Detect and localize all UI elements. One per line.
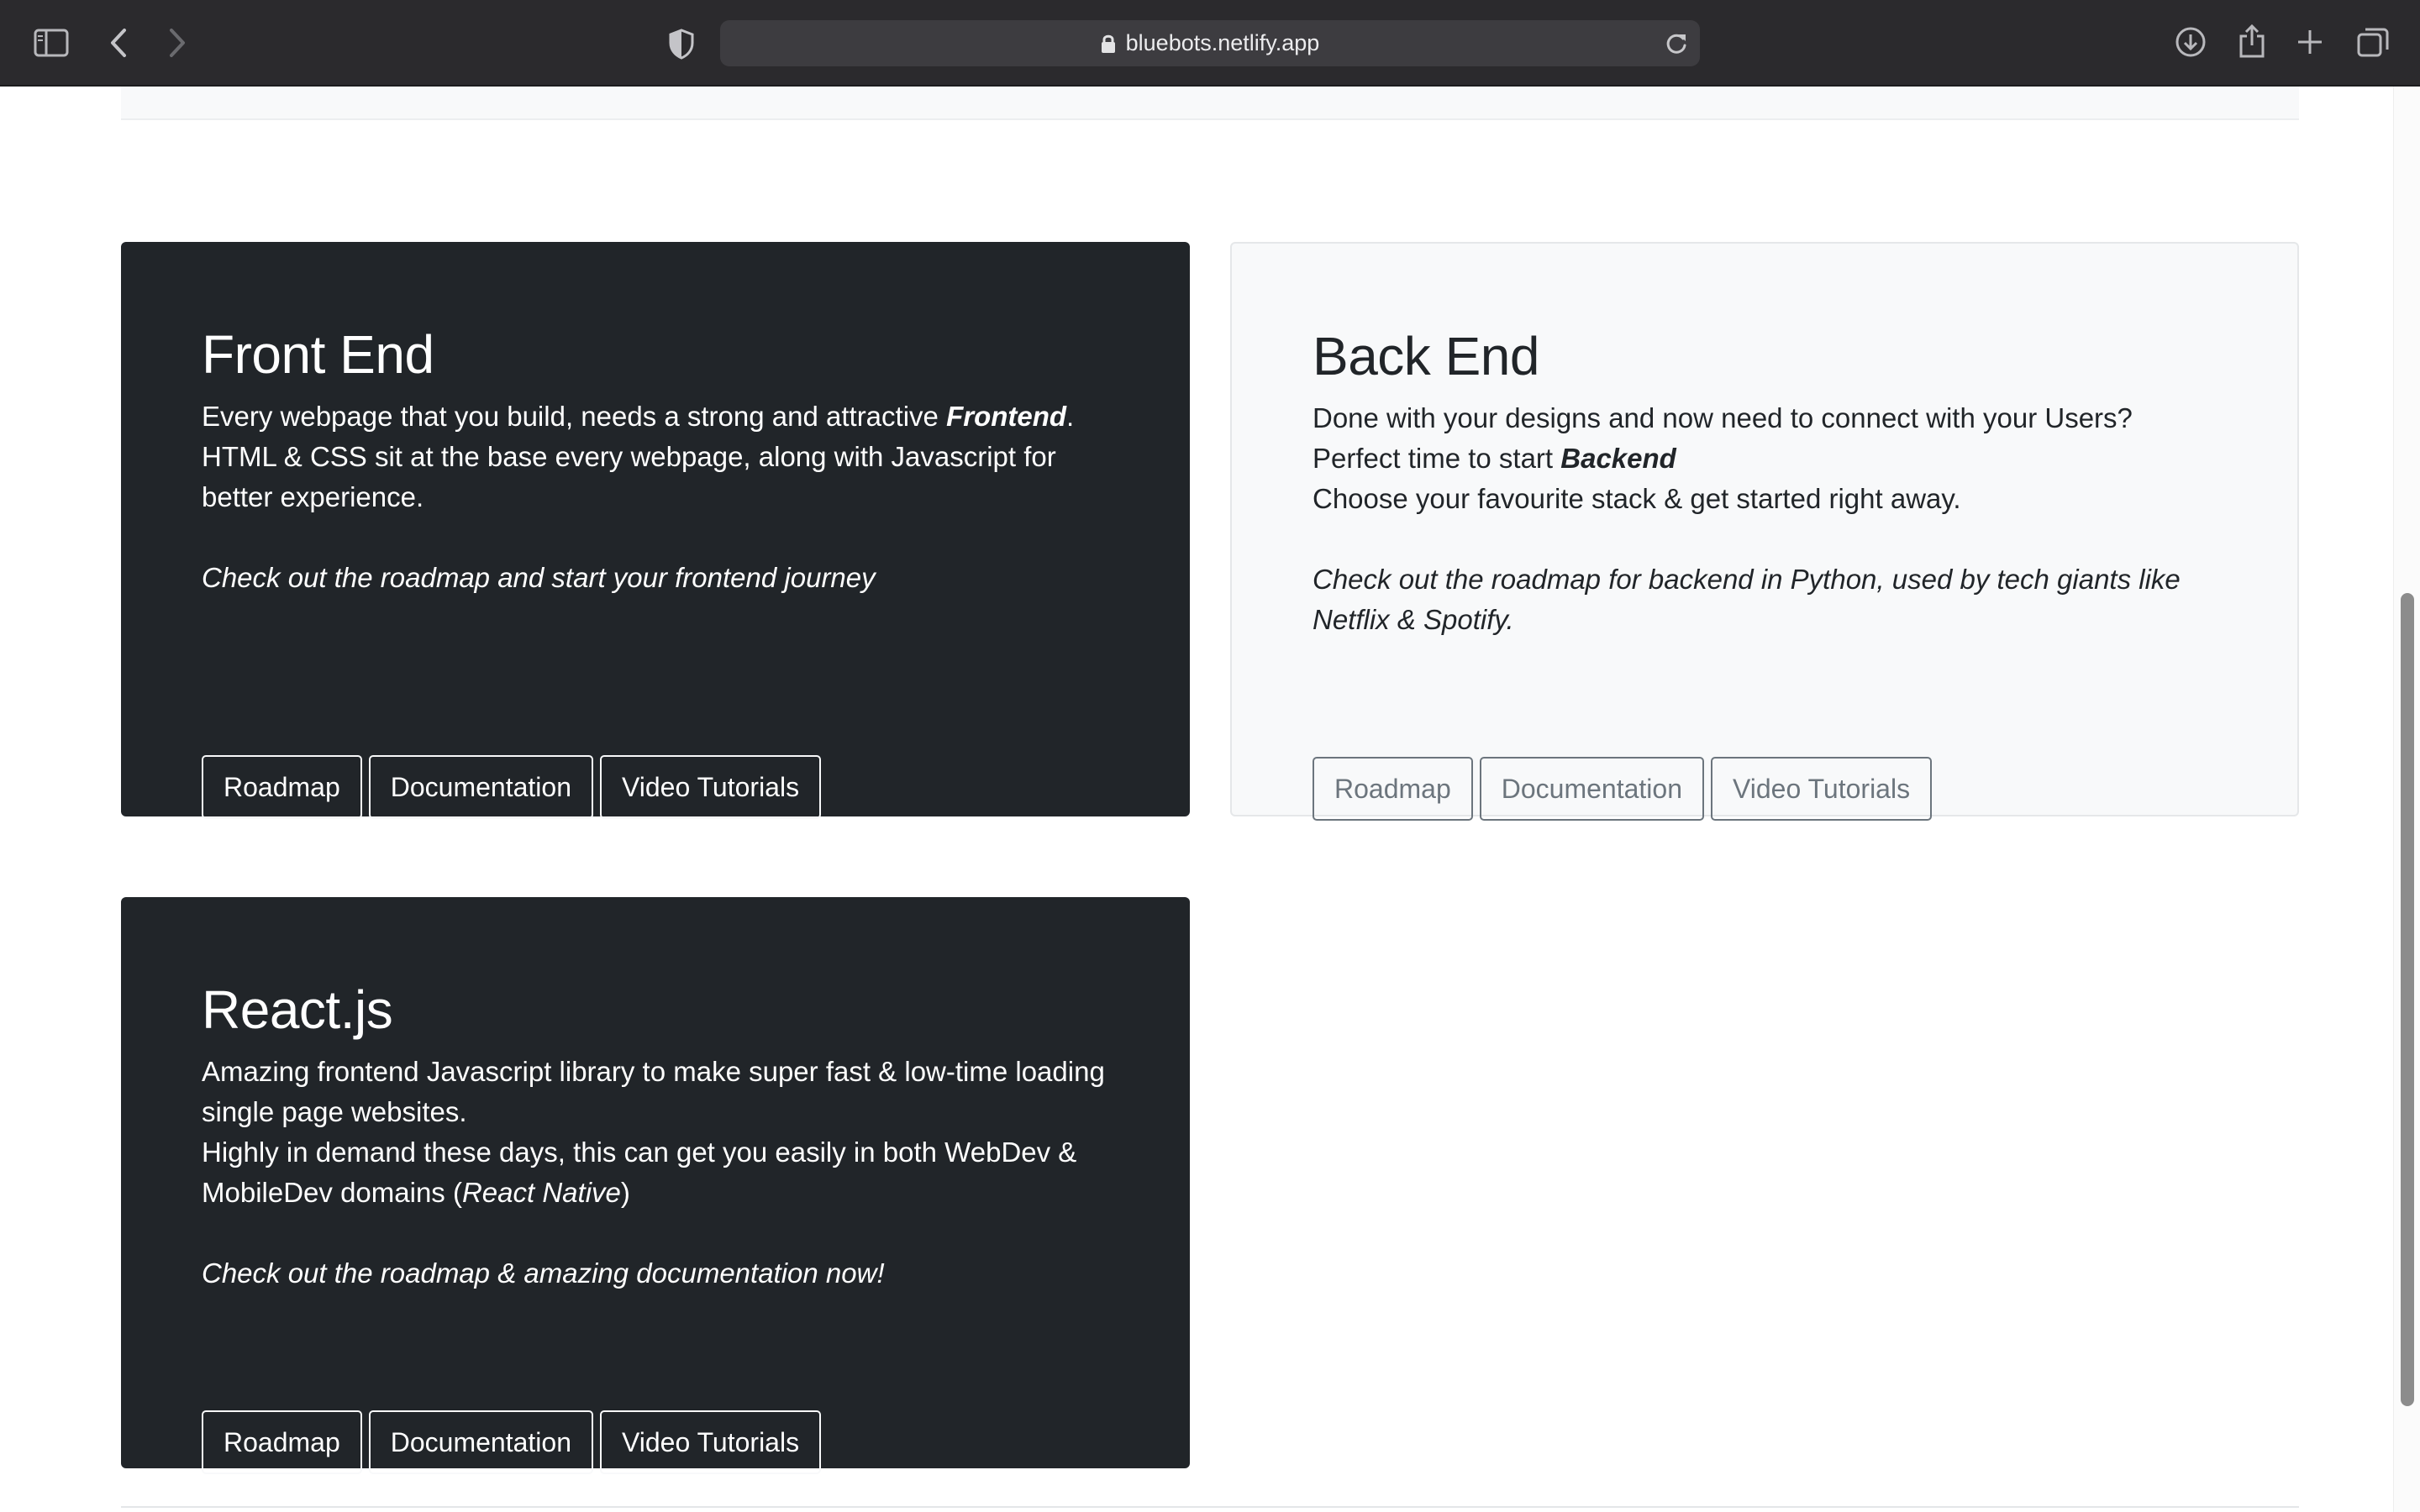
card-title: Front End: [202, 324, 434, 385]
video-tutorials-button[interactable]: Video Tutorials: [1710, 757, 1933, 821]
shield-icon[interactable]: [668, 28, 695, 60]
url-text: bluebots.netlify.app: [1125, 30, 1320, 55]
card-description: Every webpage that you build, needs a st…: [202, 401, 1075, 512]
share-icon[interactable]: [2238, 24, 2266, 59]
download-icon[interactable]: [2175, 26, 2207, 58]
card-description: Done with your designs and now need to c…: [1313, 402, 2133, 514]
card-cta: Check out the roadmap for backend in Pyt…: [1313, 564, 2181, 635]
plus-icon[interactable]: [2296, 28, 2324, 56]
card-backend: Back End Done with your designs and now …: [1230, 242, 2299, 821]
section-divider-bottom: [121, 1506, 2299, 1508]
sidebar-icon[interactable]: [34, 28, 69, 58]
card-title: React.js: [202, 979, 393, 1040]
documentation-button[interactable]: Documentation: [368, 755, 593, 819]
address-bar[interactable]: bluebots.netlify.app: [720, 20, 1700, 66]
card-cta: Check out the roadmap & amazing document…: [202, 1257, 885, 1289]
scrollbar-thumb[interactable]: [2401, 593, 2414, 1406]
roadmap-button[interactable]: Roadmap: [1313, 757, 1473, 821]
roadmap-button[interactable]: Roadmap: [202, 1410, 362, 1474]
scrollbar[interactable]: [2393, 87, 2420, 1512]
card-buttons: Roadmap Documentation Video Tutorials: [1313, 757, 1933, 821]
chevron-left-icon[interactable]: [108, 27, 129, 59]
tab-overview-icon[interactable]: [2356, 26, 2390, 58]
card-react: React.js Amazing frontend Javascript lib…: [121, 897, 1190, 1474]
card-title: Back End: [1313, 326, 1539, 386]
reload-icon[interactable]: [1665, 31, 1688, 60]
card-cta: Check out the roadmap and start your fro…: [202, 562, 876, 593]
lock-icon: [1101, 34, 1116, 54]
browser-toolbar: bluebots.netlify.app: [0, 0, 2420, 87]
documentation-button[interactable]: Documentation: [1479, 757, 1704, 821]
video-tutorials-button[interactable]: Video Tutorials: [599, 1410, 822, 1474]
roadmap-button[interactable]: Roadmap: [202, 755, 362, 819]
chevron-right-icon[interactable]: [166, 27, 188, 59]
card-buttons: Roadmap Documentation Video Tutorials: [202, 755, 822, 819]
card-description: Amazing frontend Javascript library to m…: [202, 1056, 1105, 1208]
card-frontend: Front End Every webpage that you build, …: [121, 242, 1190, 819]
section-divider-top: [121, 87, 2299, 120]
page-content: Front End Every webpage that you build, …: [0, 87, 2420, 1512]
card-buttons: Roadmap Documentation Video Tutorials: [202, 1410, 822, 1474]
documentation-button[interactable]: Documentation: [368, 1410, 593, 1474]
video-tutorials-button[interactable]: Video Tutorials: [599, 755, 822, 819]
